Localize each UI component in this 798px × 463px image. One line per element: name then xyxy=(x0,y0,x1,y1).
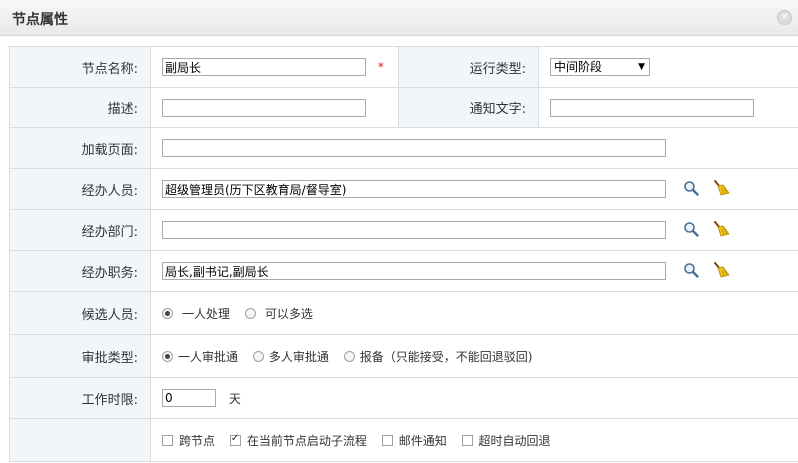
dialog-title: 节点属性 xyxy=(12,12,68,28)
candidates-option-label: 一人处理 xyxy=(182,306,231,321)
cross-node-checkbox[interactable] xyxy=(162,434,173,446)
chevron-down-icon: ▼ xyxy=(638,62,645,72)
handler-posts-input[interactable] xyxy=(162,262,666,280)
row-time-limit: 工作时限: 天 xyxy=(9,377,798,419)
row-handler-users: 经办人员: xyxy=(9,168,798,210)
search-icon[interactable] xyxy=(683,180,699,199)
search-icon[interactable] xyxy=(683,221,699,240)
row-handler-posts: 经办职务: xyxy=(9,250,798,292)
load-page-label: 加载页面: xyxy=(9,127,151,169)
approval-option-label: 多人审批通 xyxy=(268,349,329,364)
notify-text-input[interactable] xyxy=(550,98,754,117)
run-type-select[interactable]: 中间阶段 ▼ xyxy=(550,58,650,76)
flag-label: 在当前节点启动子流程 xyxy=(246,433,367,448)
row-candidates: 候选人员: 一人处理 可以多选 xyxy=(9,291,798,335)
description-label: 描述: xyxy=(9,87,151,128)
broom-icon[interactable] xyxy=(712,179,730,199)
email-notify-checkbox[interactable] xyxy=(381,434,393,446)
flag-label: 邮件通知 xyxy=(398,433,447,448)
time-limit-unit: 天 xyxy=(228,391,241,406)
dialog-titlebar: 节点属性 ✕ xyxy=(0,0,798,36)
flags-label xyxy=(9,418,151,462)
candidates-label: 候选人员: xyxy=(9,291,151,335)
row-load-page: 加载页面: xyxy=(9,127,798,169)
handler-users-input[interactable] xyxy=(162,180,666,198)
row-flags: 跨节点 在当前节点启动子流程 邮件通知 超时自动回退 xyxy=(9,418,798,462)
node-name-input[interactable] xyxy=(162,58,366,76)
broom-icon[interactable] xyxy=(712,220,730,240)
row-node-name: 节点名称: * 运行类型: 中间阶段 ▼ xyxy=(9,46,798,88)
node-name-label: 节点名称: xyxy=(9,46,151,88)
time-limit-label: 工作时限: xyxy=(9,377,151,419)
candidates-radio-multiple[interactable] xyxy=(244,307,256,319)
load-page-input[interactable] xyxy=(162,139,666,157)
candidates-option-label: 可以多选 xyxy=(264,306,313,321)
approval-option-label: 报备（只能接受，不能回退驳回) xyxy=(359,349,533,364)
handler-posts-label: 经办职务: xyxy=(9,250,151,292)
candidates-radio-single[interactable] xyxy=(162,307,173,319)
time-limit-input[interactable] xyxy=(162,389,216,407)
row-approval-type: 审批类型: 一人审批通 多人审批通 报备（只能接受，不能回退驳回) xyxy=(9,334,798,378)
timeout-rollback-checkbox[interactable] xyxy=(461,434,473,446)
run-type-label: 运行类型: xyxy=(398,46,539,88)
handler-depts-label: 经办部门: xyxy=(9,209,151,251)
close-icon[interactable]: ✕ xyxy=(777,10,792,25)
description-input[interactable] xyxy=(162,98,366,117)
search-icon[interactable] xyxy=(683,262,699,281)
broom-icon[interactable] xyxy=(712,261,730,281)
required-mark: * xyxy=(377,60,384,74)
approval-radio-multiple[interactable] xyxy=(252,350,264,362)
start-subprocess-checkbox[interactable] xyxy=(229,433,241,446)
flag-label: 跨节点 xyxy=(179,433,216,448)
approval-option-label: 一人审批通 xyxy=(178,349,239,364)
handler-users-label: 经办人员: xyxy=(9,168,151,210)
flag-label: 超时自动回退 xyxy=(478,433,551,448)
notify-text-label: 通知文字: xyxy=(398,87,539,128)
node-properties-form: 节点名称: * 运行类型: 中间阶段 ▼ 描述: 通知文字: 加载页面: 经办人… xyxy=(9,46,798,462)
approval-type-label: 审批类型: xyxy=(9,334,151,378)
approval-radio-single[interactable] xyxy=(162,350,173,362)
row-description: 描述: 通知文字: xyxy=(9,87,798,128)
handler-depts-input[interactable] xyxy=(162,221,666,239)
run-type-selected: 中间阶段 xyxy=(554,60,603,74)
row-handler-depts: 经办部门: xyxy=(9,209,798,251)
approval-radio-report[interactable] xyxy=(343,350,355,362)
